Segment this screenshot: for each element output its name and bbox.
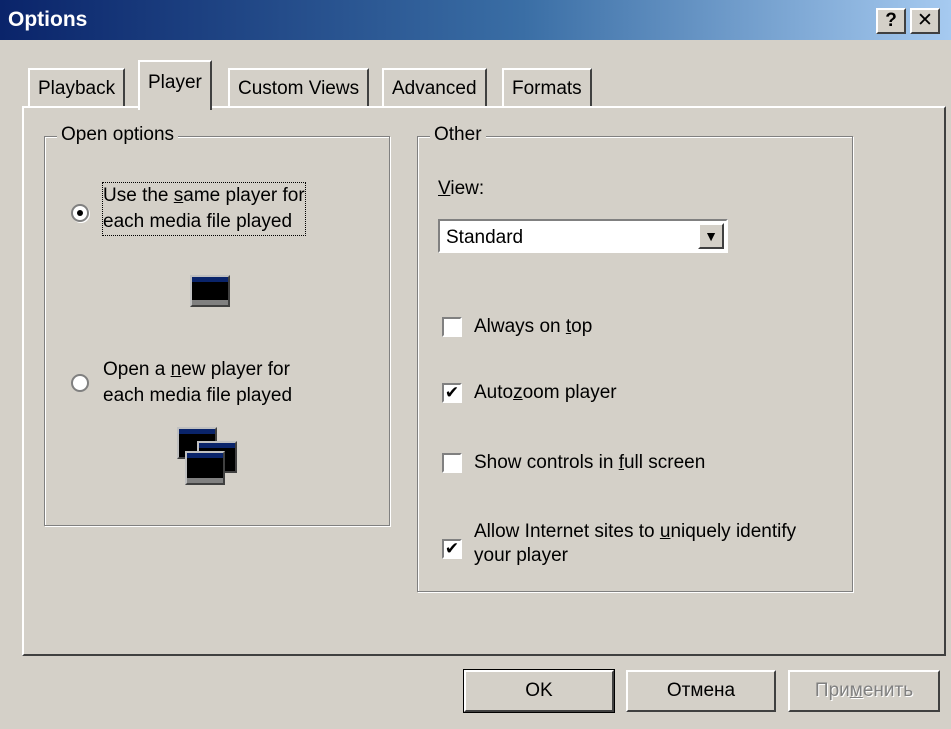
open-options-group: Open options Use the same player for eac… <box>44 124 390 526</box>
close-button[interactable]: ✕ <box>910 8 940 34</box>
same-player-text-a: Use the <box>103 185 174 206</box>
multi-icon-screen-3 <box>185 451 225 485</box>
apply-button[interactable]: Применить <box>788 670 940 712</box>
show-controls-checkbox[interactable] <box>442 453 462 473</box>
apply-text-ul: м <box>849 680 863 701</box>
icon-titlebar <box>192 277 228 282</box>
show-controls-text-a: Show controls in <box>474 452 619 473</box>
view-label-rest: iew: <box>450 178 485 199</box>
autozoom-text-a: Auto <box>474 382 514 403</box>
icon-base <box>192 300 228 305</box>
autozoom-checkbox[interactable]: ✔ <box>442 383 462 403</box>
same-player-text-ul: s <box>173 185 184 206</box>
radio-selected-dot <box>77 210 83 216</box>
new-player-radio[interactable] <box>71 374 89 392</box>
view-label: View: <box>438 177 484 201</box>
multiple-players-icon <box>177 427 247 487</box>
title-bar: Options ? ✕ <box>0 0 951 40</box>
tab-player[interactable]: Player <box>138 60 212 110</box>
show-controls-label[interactable]: Show controls in full screen <box>474 451 705 475</box>
view-select-value: Standard <box>446 227 524 248</box>
always-on-top-label[interactable]: Always on top <box>474 315 592 339</box>
checkmark-icon: ✔ <box>444 539 460 558</box>
same-player-text-line2: each media file played <box>103 211 293 232</box>
autozoom-label[interactable]: Autozoom player <box>474 381 617 405</box>
icon-titlebar <box>199 443 235 448</box>
player-tab-panel: Open options Use the same player for eac… <box>22 106 946 656</box>
show-controls-text-b: ull screen <box>623 452 706 473</box>
single-player-icon <box>190 275 230 307</box>
ok-button[interactable]: OK <box>464 670 614 712</box>
autozoom-text-ul: z <box>513 382 523 403</box>
always-on-top-text-a: Always on <box>474 316 566 337</box>
icon-base <box>187 478 223 483</box>
icon-titlebar <box>187 453 223 458</box>
help-button[interactable]: ? <box>876 8 906 34</box>
view-select[interactable]: Standard ▼ <box>438 219 728 253</box>
new-player-text-line2: each media file played <box>103 385 293 406</box>
same-player-label[interactable]: Use the same player for each media file … <box>102 182 306 236</box>
icon-titlebar <box>179 429 215 434</box>
apply-text-b: енить <box>862 680 914 701</box>
always-on-top-text-b: op <box>571 316 593 337</box>
checkmark-icon: ✔ <box>444 383 460 402</box>
allow-internet-text-b: niquely identify <box>670 521 797 542</box>
tab-advanced[interactable]: Advanced <box>382 68 487 108</box>
new-player-text-b: ew player for <box>181 359 290 380</box>
always-on-top-checkbox[interactable] <box>442 317 462 337</box>
allow-internet-text-a: Allow Internet sites to <box>474 521 660 542</box>
new-player-text-a: Open a <box>103 359 171 380</box>
tab-formats[interactable]: Formats <box>502 68 592 108</box>
apply-text-a: При <box>814 680 850 701</box>
same-player-radio[interactable] <box>71 204 89 222</box>
allow-internet-checkbox[interactable]: ✔ <box>442 539 462 559</box>
new-player-label[interactable]: Open a new player for each media file pl… <box>103 357 292 409</box>
chevron-down-icon[interactable]: ▼ <box>698 223 724 249</box>
open-options-legend: Open options <box>57 124 179 146</box>
new-player-text-ul: n <box>170 359 182 380</box>
tab-custom-views[interactable]: Custom Views <box>228 68 370 108</box>
allow-internet-text-line2: your player <box>474 545 568 566</box>
other-group: Other View: Standard ▼ Always on top ✔ A… <box>417 124 853 592</box>
allow-internet-text-ul: u <box>659 521 671 542</box>
same-player-text-b: ame player for <box>183 185 305 206</box>
cancel-button[interactable]: Отмена <box>626 670 776 712</box>
tab-playback[interactable]: Playback <box>28 68 126 108</box>
autozoom-text-b: oom player <box>522 382 617 403</box>
other-legend: Other <box>430 124 486 146</box>
allow-internet-label[interactable]: Allow Internet sites to uniquely identif… <box>474 520 796 568</box>
window-title: Options <box>8 8 88 31</box>
view-label-ul: V <box>438 178 451 199</box>
